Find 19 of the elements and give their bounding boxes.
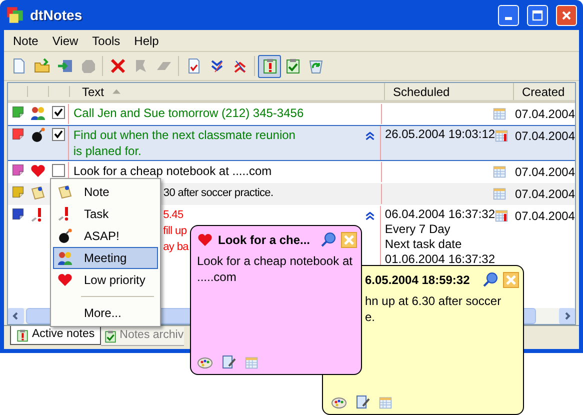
created-date: 07.04.2004 <box>514 107 575 121</box>
created-date: 07.04.2004 <box>514 209 575 223</box>
window-title: dtNotes <box>30 6 82 24</box>
created-date: 07.04.2004 <box>514 165 575 179</box>
note-text: Find out when the next classmate reunion is planed for. <box>73 127 296 159</box>
schedule-text: 06.04.2004 16:37:32 <box>384 207 496 222</box>
schedule-text: 01.06.2004 16:37:32 <box>384 252 496 267</box>
note-title: Look for a che... <box>218 232 310 249</box>
schedule-text: 26.05.2004 19:03:12 <box>384 127 496 142</box>
schedule-text: Next task date <box>384 237 463 252</box>
note-body: hn up at 6.30 after soccer e. <box>364 293 502 325</box>
note-title: 6.05.2004 18:59:32 <box>365 272 470 289</box>
created-date: 07.04.2004 <box>514 129 575 143</box>
note-text: Call Jen and Sue tomorrow (212) 345-3456 <box>73 105 304 121</box>
note-text: Look for a cheap notebook at .....com <box>73 163 272 179</box>
schedule-text: Every 7 Day <box>384 222 452 237</box>
note-text: 5.45 fill up ay ba <box>163 208 189 255</box>
created-date: 07.04.2004 <box>514 187 575 201</box>
note-text: 30 after soccer practice. <box>163 186 274 201</box>
